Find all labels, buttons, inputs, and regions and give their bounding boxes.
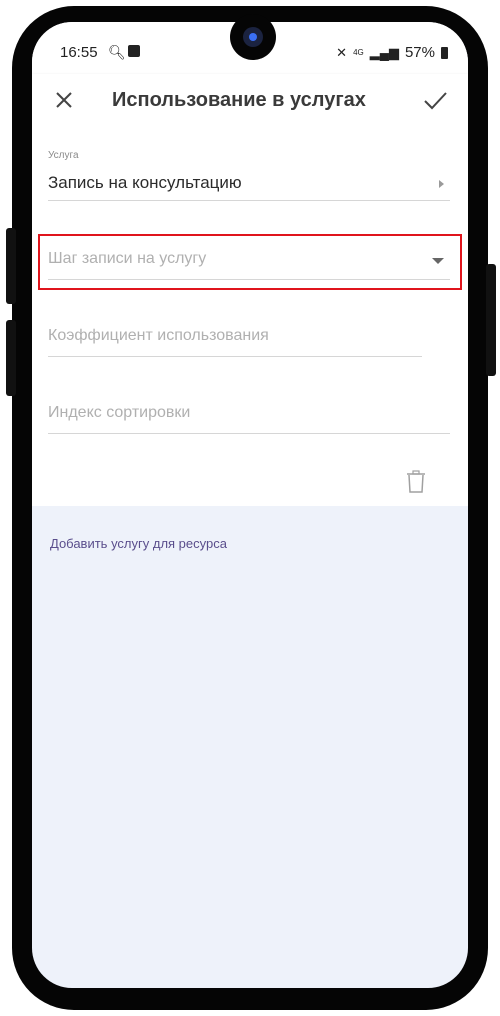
usage-coefficient-underline [48,356,422,357]
signal-icon: ▂▄▆ [369,44,399,60]
trash-icon[interactable] [405,470,427,494]
service-value: Запись на консультацию [48,173,242,192]
notification-icon [128,45,140,57]
app-bar: Использование в услугах [32,74,468,130]
mute-icon: ✕ [336,44,348,60]
usage-coefficient-placeholder: Коэффициент использования [48,327,269,344]
volume-down-button [6,320,16,396]
booking-step-highlight [38,234,462,290]
sort-index-placeholder: Индекс сортировки [48,404,191,421]
service-usage-form: Услуга Запись на консультацию Шаг записи… [32,130,468,506]
network-icon: 4G [353,47,364,57]
chevron-right-icon [439,180,444,188]
phone-screen: 16:55 🔍︎ ✕ 4G ▂▄▆ 57% Использование в ус… [32,22,468,988]
page-title: Использование в услугах [112,89,366,111]
power-button [486,264,496,376]
search-icon: 🔍︎ [108,44,126,60]
close-icon[interactable] [50,86,78,114]
battery-icon [441,46,448,59]
add-service-link[interactable]: Добавить услугу для ресурса [50,536,227,551]
status-right: ✕ 4G ▂▄▆ 57% [336,44,448,61]
service-label: Услуга [48,150,79,161]
volume-up-button [6,228,16,304]
service-underline [48,200,450,201]
sort-index-underline [48,433,450,434]
status-time: 16:55 [60,44,98,61]
camera-dot [249,33,257,41]
battery-percent: 57% [404,44,435,61]
check-icon[interactable] [420,86,450,114]
